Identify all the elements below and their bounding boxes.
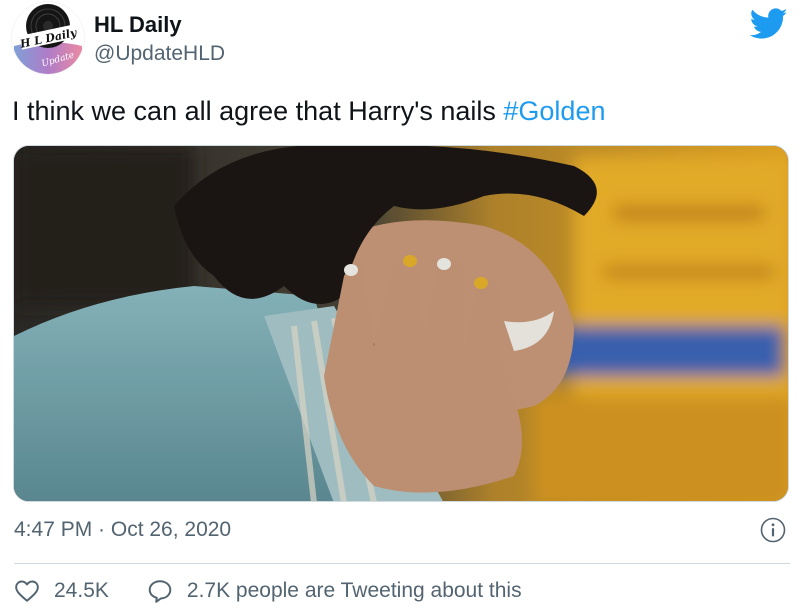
tweet-photo[interactable] — [13, 145, 789, 502]
speech-bubble-icon — [148, 580, 172, 603]
avatar[interactable]: H L Daily Update — [12, 2, 84, 74]
twitter-bird-icon[interactable] — [750, 8, 788, 40]
engagement-bar: 24.5K 2.7K people are Tweeting about thi… — [14, 576, 522, 606]
heart-icon — [15, 580, 39, 602]
divider — [14, 563, 790, 564]
hashtag-link[interactable]: #Golden — [503, 96, 605, 126]
tweet-card: H L Daily Update HL Daily @UpdateHLD I t… — [0, 0, 804, 608]
tweet-text: I think we can all agree that Harry's na… — [12, 94, 605, 128]
author-names: HL Daily @UpdateHLD — [94, 12, 225, 68]
user-handle[interactable]: @UpdateHLD — [94, 40, 225, 68]
tweeting-text: 2.7K people are Tweeting about this — [186, 579, 522, 602]
like-button[interactable]: 24.5K — [14, 578, 109, 604]
like-count: 24.5K — [54, 579, 109, 602]
info-icon[interactable] — [760, 517, 786, 543]
tweeting-about-link[interactable]: 2.7K people are Tweeting about this — [147, 578, 522, 604]
display-name[interactable]: HL Daily — [94, 12, 225, 38]
tweet-body: I think we can all agree that Harry's na… — [12, 96, 504, 126]
tweet-timestamp[interactable]: 4:47 PM · Oct 26, 2020 — [14, 516, 231, 544]
